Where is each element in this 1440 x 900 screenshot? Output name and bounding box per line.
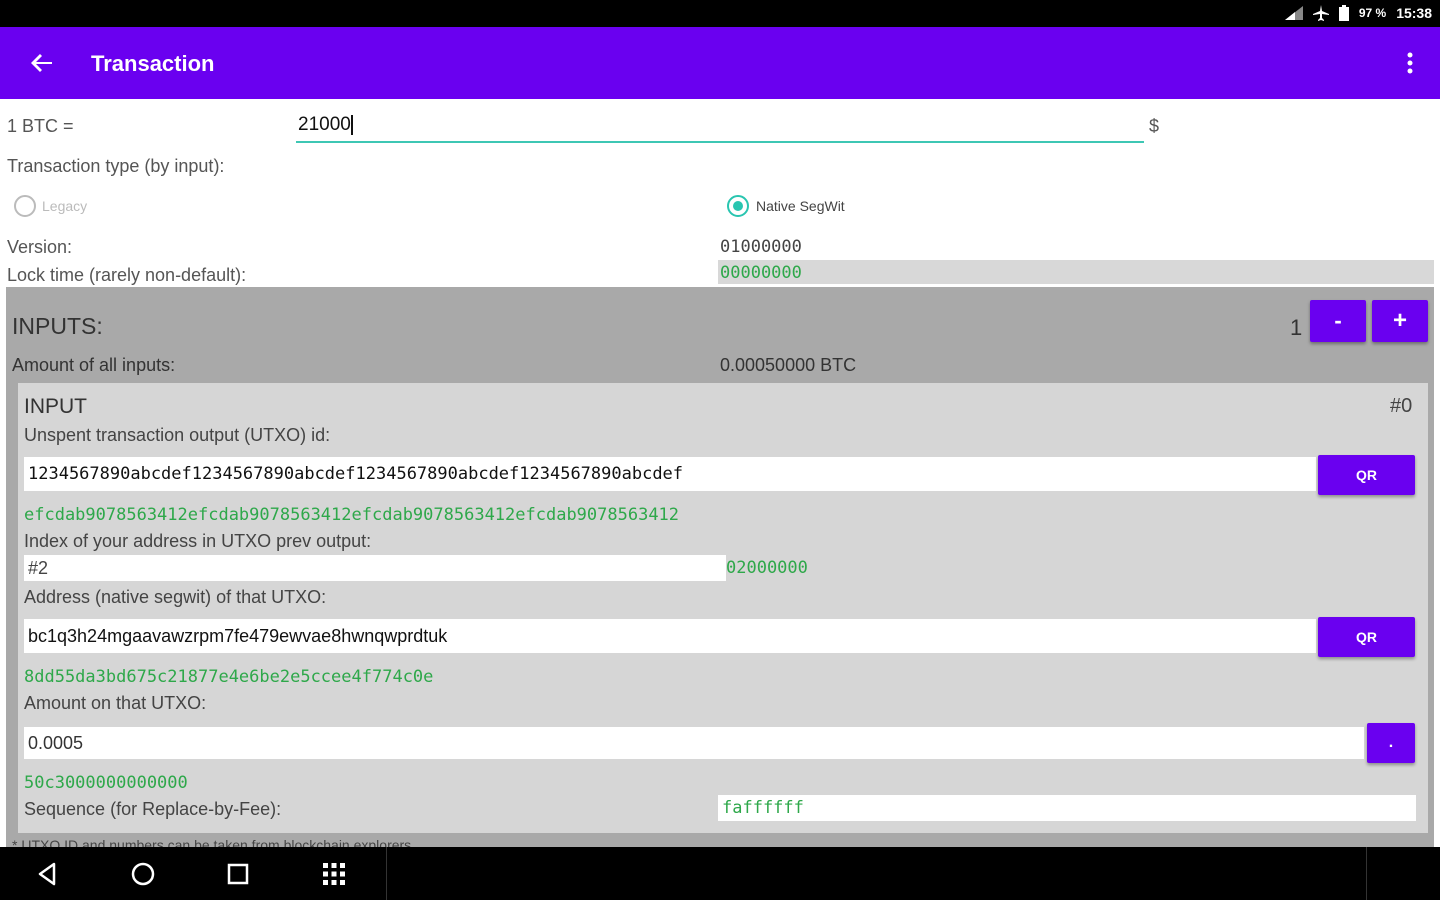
radio-legacy-circle[interactable] [14,195,36,217]
locktime-field[interactable] [718,260,1434,284]
utxo-index-input[interactable]: #2 [24,555,726,581]
status-bar: 97 % 15:38 [0,0,1440,27]
inputs-panel: INPUTS: 1 - + Amount of all inputs: 0.00… [6,287,1434,847]
version-value: 01000000 [720,237,802,257]
home-circle-icon[interactable] [129,860,157,888]
btc-rate-value: 21000 [298,114,351,135]
utxo-address-hex: 8dd55da3bd675c21877e4e6be2e5ccee4f774c0e [24,667,434,687]
navigation-bar [0,847,1440,900]
nav-separator [1366,847,1367,900]
input-index-label: #0 [1390,395,1413,417]
radio-legacy-label[interactable]: Legacy [42,198,87,214]
utxo-id-label: Unspent transaction output (UTXO) id: [24,425,331,445]
apps-grid-icon[interactable] [320,860,348,888]
utxo-id-input[interactable]: 1234567890abcdef1234567890abcdef12345678… [24,457,1316,491]
utxo-amount-label: Amount on that UTXO: [24,693,207,713]
add-input-button[interactable]: + [1372,300,1428,342]
btc-rate-input[interactable]: 21000 [296,111,1144,143]
locktime-label: Lock time (rarely non-default): [7,265,247,285]
address-qr-button[interactable]: QR [1318,617,1415,657]
rate-label: 1 BTC = [7,116,74,136]
utxo-qr-button[interactable]: QR [1318,455,1415,495]
utxo-amount-hex: 50c3000000000000 [24,773,188,793]
back-triangle-icon[interactable] [34,860,62,888]
inputs-count: 1 [1290,315,1303,340]
nav-separator [386,847,387,900]
overflow-menu-icon[interactable] [1404,49,1416,77]
radio-segwit-label[interactable]: Native SegWit [756,198,845,214]
utxo-address-input[interactable]: bc1q3h24mgaavawzrpm7fe479ewvae8hwnqwprdt… [24,619,1316,653]
utxo-id-hex: efcdab9078563412efcdab9078563412efcdab90… [24,505,680,525]
clock: 15:38 [1396,5,1432,21]
version-label: Version: [7,237,73,257]
page-title: Transaction [91,51,215,76]
sequence-label: Sequence (for Replace-by-Fee): [24,799,282,819]
input-card: INPUT #0 Unspent transaction output (UTX… [18,383,1428,833]
tx-type-label: Transaction type (by input): [7,156,225,176]
radio-segwit-circle[interactable] [727,195,749,217]
remove-input-button[interactable]: - [1310,300,1366,342]
currency-label: $ [1149,116,1160,136]
airplane-icon [1312,5,1329,21]
locktime-value[interactable]: 00000000 [720,263,802,283]
amount-all-value: 0.00050000 BTC [720,355,857,375]
status-icons: 97 % 15:38 [1284,5,1432,21]
battery-icon [1338,5,1349,21]
text-cursor [350,114,353,135]
utxo-address-label: Address (native segwit) of that UTXO: [24,587,327,607]
signal-icon [1284,6,1303,20]
utxo-amount-input[interactable]: 0.0005 [24,727,1364,759]
battery-percent: 97 % [1358,6,1387,20]
app-bar: Transaction [0,27,1440,99]
amount-all-label: Amount of all inputs: [12,355,176,375]
back-arrow-icon[interactable] [28,49,56,77]
utxo-index-label: Index of your address in UTXO prev outpu… [24,531,372,551]
utxo-index-hex: 02000000 [726,558,808,578]
inputs-title: INPUTS: [12,313,103,339]
transaction-form: 1 BTC = 21000 $ Transaction type (by inp… [0,99,1440,847]
utxo-footnote: * UTXO ID and numbers can be taken from … [12,837,412,847]
input-title: INPUT [24,395,87,418]
recents-square-icon[interactable] [224,860,252,888]
sequence-input[interactable]: faffffff [718,795,1416,821]
amount-decimal-button[interactable]: . [1367,723,1415,763]
